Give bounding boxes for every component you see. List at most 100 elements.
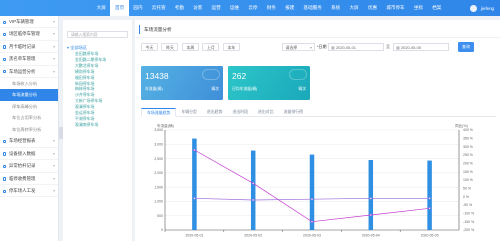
sidebar-item[interactable]: 月卡临时记录 ▾ [0, 41, 58, 54]
total-flow-card: 13438 车流量(辆) 辆次 [141, 66, 223, 100]
quick-date-button[interactable]: 本年 [222, 43, 240, 51]
y2-tick-label: -200 % [463, 228, 474, 232]
chevron-down-icon: ▾ [310, 45, 312, 50]
date-start-input[interactable]: ▦ 2020-05-01 [328, 43, 384, 51]
calendar-icon: ▦ [331, 45, 335, 50]
top-menu-item[interactable]: 优惠 [363, 0, 381, 16]
sidebar-item[interactable]: 临停收费管理 ▾ [0, 173, 58, 186]
menu-item-icon [3, 20, 7, 24]
top-menu-item[interactable]: 档案 [428, 0, 446, 16]
top-menu-item[interactable]: 云托管 [147, 0, 170, 16]
top-menu-item[interactable]: 访客 [189, 0, 207, 16]
top-menu-item[interactable]: 基础服务 [299, 0, 327, 16]
chevron-down-icon: ▾ [52, 163, 55, 169]
search-button[interactable]: 查询 [458, 42, 474, 52]
top-menu-item[interactable]: 报建 [281, 0, 299, 16]
sidebar-item-label: 异常抬杆记录 [9, 163, 36, 169]
tree-root-label[interactable]: 全部场区 [70, 45, 87, 50]
analysis-tab[interactable]: 进出对比 [253, 108, 279, 117]
top-menu-item[interactable]: 考勤 [170, 0, 188, 16]
date-end-input[interactable]: ▦ 2020-05-05 [393, 43, 449, 51]
sidebar-item[interactable]: 停车场人工发 ▾ [0, 185, 58, 198]
x-tick-label: 2020-05-04 [362, 234, 380, 238]
menu-item-icon [3, 189, 7, 193]
sidebar-item[interactable]: 车场运营分析 ▾ [0, 66, 58, 78]
analysis-tab[interactable]: 进出时段 [227, 108, 253, 117]
quick-date-button[interactable]: 本周 [181, 43, 199, 51]
daily-average-unit: 辆次 [298, 87, 306, 91]
top-menu-item[interactable]: 系统 [326, 0, 344, 16]
y2-tick-label: 0 % [463, 195, 469, 199]
chevron-down-icon: ▾ [52, 150, 55, 156]
user-area[interactable]: jiefeng [470, 0, 494, 16]
y2-tick-label: 250 % [463, 153, 473, 157]
menu-item-icon [3, 32, 7, 37]
menu-item-icon [3, 152, 7, 156]
top-menu-item[interactable]: 城市停车 [382, 0, 410, 16]
y-tick-label: 3,500 [154, 128, 163, 132]
sidebar-item[interactable]: 车场经营报表 ▾ [0, 135, 58, 148]
sidebar-subitem[interactable]: 车场收入分析 [0, 78, 58, 90]
tree-node[interactable]: 观澜南停车场 [63, 122, 132, 128]
top-menu-item[interactable]: 云停 [244, 0, 262, 16]
top-menu-item[interactable]: 坐标 [409, 0, 427, 16]
sidebar-subitem[interactable]: 车场流量分析 [0, 89, 58, 101]
calendar-icon: ▦ [396, 45, 400, 50]
top-menu-item[interactable]: 大屏 [345, 0, 363, 16]
y2-axis-title: 同比(%) [455, 123, 468, 128]
series-point [252, 198, 255, 202]
sidebar-item[interactable]: 设备接入数据 ▾ [0, 148, 58, 161]
card-decoration [289, 69, 307, 80]
top-menu-item[interactable]: 园内 [129, 0, 147, 16]
username[interactable]: jiefeng [481, 6, 494, 11]
quick-date-button[interactable]: 今天 [141, 43, 158, 51]
top-menu-item[interactable]: 运维 [225, 0, 243, 16]
chevron-down-icon: ▾ [52, 19, 55, 24]
sidebar-item-label: 临停收费管理 [9, 175, 36, 181]
y2-tick-label: 50 % [463, 187, 471, 191]
sidebar-subitem[interactable]: 停车高峰分析 [0, 101, 58, 113]
x-tick-label: 2020-05-02 [244, 234, 262, 238]
sidebar-item[interactable]: VIP车辆管理 ▾ [0, 16, 58, 29]
sidebar-item-label: 车场经营报表 [9, 138, 36, 144]
y2-tick-label: 100 % [463, 178, 473, 182]
analysis-tab[interactable]: 车辆分型 [176, 108, 202, 117]
x-tick-label: 2020-05-05 [421, 234, 439, 238]
parking-select[interactable]: 请选择 ▾ [282, 43, 315, 51]
analysis-tab[interactable]: 车场流量趋势 [141, 108, 177, 117]
top-menu-item[interactable]: 首页 [110, 0, 129, 16]
parking-tree-panel: 请输入搜索内容 ▾ 全部场区 金田路停车场 金田路二期停车场 大鹏北停车场 横岗停车场… [63, 20, 133, 241]
analysis-tab[interactable]: 进出趋势 [202, 108, 228, 117]
date-filter-label: *日期 [317, 44, 327, 49]
date-end-value: 2020-05-05 [401, 45, 421, 50]
top-menu-item[interactable]: 运营 [207, 0, 225, 16]
sidebar-item[interactable]: 黑名单车管理 ▾ [0, 53, 58, 66]
y2-tick-label: 300 % [463, 145, 473, 149]
series-point [193, 148, 196, 152]
sidebar-item-label: VIP车辆管理 [9, 19, 34, 24]
total-flow-label: 车流量(辆) [145, 87, 163, 91]
y2-tick-label: -50 % [463, 203, 472, 207]
series-point [369, 197, 372, 200]
series-point [428, 207, 431, 210]
sidebar-item[interactable]: 异常抬杆记录 ▾ [0, 160, 58, 173]
series-point [310, 220, 314, 223]
sidebar-subitem[interactable]: 车位周转率分析 [0, 124, 58, 136]
sidebar-item[interactable]: 场区临停车管理 ▾ [0, 28, 58, 41]
main-area: 请输入搜索内容 ▾ 全部场区 金田路停车场 金田路二期停车场 大鹏北停车场 横岗停车场… [63, 20, 500, 241]
sidebar-subitem[interactable]: 车位占用率分析 [0, 112, 58, 124]
tree-search-input[interactable]: 请输入搜索内容 [67, 31, 128, 38]
chevron-down-icon: ▾ [52, 56, 55, 62]
analysis-tab[interactable]: 流量排行榜 [279, 108, 308, 117]
top-menu-item[interactable]: 大屏 [92, 0, 110, 16]
quick-date-button[interactable]: 昨天 [161, 43, 179, 51]
sidebar-item-label: 车场运营分析 [9, 68, 36, 74]
user-avatar-icon[interactable] [470, 4, 478, 12]
y2-tick-label: 150 % [463, 170, 473, 174]
quick-date-button[interactable]: 上月 [202, 43, 220, 51]
chart-svg: 0 500 1,000 1,500 2,000 2,500 3,000 3,500 -200 %… [154, 123, 474, 238]
top-menu-item[interactable]: 财务 [262, 0, 280, 16]
x-tick-label: 2020-05-01 [185, 234, 203, 238]
page-title: 车场流量分析 [139, 25, 172, 34]
menu-item-icon [3, 164, 7, 169]
